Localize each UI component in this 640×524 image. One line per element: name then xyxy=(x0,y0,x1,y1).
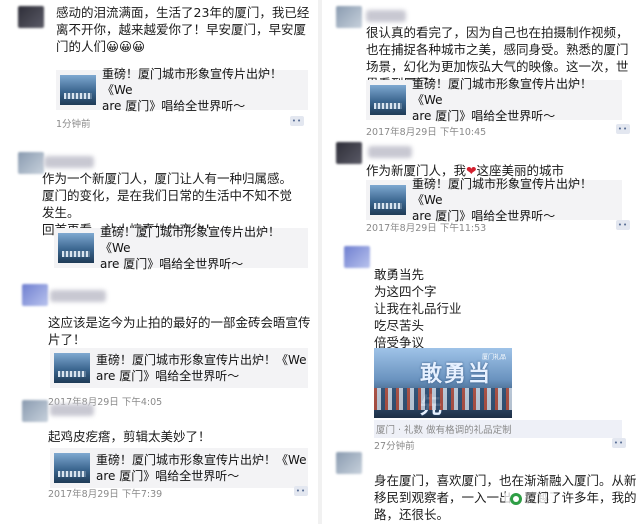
moment-post: 作为新厦门人，我❤这座美丽的城市 重磅！厦门城市形象宣传片出炉！《We are … xyxy=(322,138,640,238)
link-thumbnail xyxy=(54,453,90,483)
moment-post: 作为一个新厦门人，厦门让人有一种归属感。 厦门的变化，是在我们日常的生活中不知不… xyxy=(0,140,318,280)
user-name[interactable] xyxy=(50,290,106,302)
watermark-label: 厦门 xyxy=(525,491,550,505)
source-watermark: 厦门 xyxy=(504,488,556,507)
avatar[interactable] xyxy=(336,142,362,164)
avatar[interactable] xyxy=(18,152,44,174)
comment-more-button[interactable]: •• xyxy=(294,486,308,496)
link-title: 重磅！厦门城市形象宣传片出炉！《We are 厦门》唱给全世界听～ xyxy=(412,77,593,123)
right-column: 很认真的看完了，因为自己也在拍摄制作视频， 也在捕捉各种城市之美，感同身受。熟悉… xyxy=(322,0,640,524)
link-thumbnail xyxy=(58,233,94,263)
avatar[interactable] xyxy=(336,452,362,474)
link-caption: 厦门 · 礼数 做有格调的礼品定制 xyxy=(376,425,512,436)
comment-more-button[interactable]: •• xyxy=(612,438,626,448)
link-title: 重磅！厦门城市形象宣传片出炉！《We are 厦门》唱给全世界听～ xyxy=(412,177,593,223)
user-name[interactable] xyxy=(368,146,412,158)
link-thumbnail xyxy=(60,75,96,105)
link-title: 重磅！厦门城市形象宣传片出炉！《We are 厦门》唱给全世界听～ xyxy=(102,67,283,113)
avatar[interactable] xyxy=(22,400,48,422)
post-time: 2017年8月29日 下午10:45 xyxy=(366,127,487,138)
link-title: 重磅！厦门城市形象宣传片出炉！《We are 厦门》唱给全世界听～ xyxy=(96,453,307,483)
post-time: 2017年8月29日 下午11:53 xyxy=(366,223,487,234)
port-cranes xyxy=(374,388,512,410)
moment-post: 身在厦门，喜欢厦门，也在渐渐融入厦门。从新 移民到观察者，一入一出，跨越了许多年… xyxy=(322,450,640,524)
post-time: 2017年8月29日 下午7:39 xyxy=(48,489,163,500)
comment-more-button[interactable]: •• xyxy=(290,116,304,126)
link-thumbnail xyxy=(370,85,406,115)
moment-post: 起鸡皮疙瘩，剪辑太美妙了！ 重磅！厦门城市形象宣传片出炉！《We are 厦门》… xyxy=(0,392,318,524)
shared-link-card[interactable]: 重磅！厦门城市形象宣传片出炉！《We are 厦门》唱给全世界听～ xyxy=(54,225,308,271)
avatar[interactable] xyxy=(336,6,362,28)
shared-link-card[interactable]: 重磅！厦门城市形象宣传片出炉！《We are 厦门》唱给全世界听～ xyxy=(366,77,622,123)
avatar[interactable] xyxy=(22,284,48,306)
post-text: 敢勇当先 为这四个字 让我在礼品行业 吃尽苦头 倍受争议 xyxy=(374,267,462,350)
avatar[interactable] xyxy=(18,6,44,28)
shared-link-card[interactable]: 重磅！厦门城市形象宣传片出炉！《We are 厦门》唱给全世界听～ xyxy=(56,67,308,113)
left-column: 感动的泪流满面，生活了23年的厦门，我已经 离不开你，越来越爱你了！早安厦门，早… xyxy=(0,0,318,524)
moment-post: 感动的泪流满面，生活了23年的厦门，我已经 离不开你，越来越爱你了！早安厦门，早… xyxy=(0,0,318,132)
post-text: 起鸡皮疙瘩，剪辑太美妙了！ xyxy=(48,429,211,444)
shared-link-card[interactable]: 厦门 · 礼数 做有格调的礼品定制 xyxy=(374,420,622,438)
link-title: 重磅！厦门城市形象宣传片出炉！《We are 厦门》唱给全世界听～ xyxy=(100,225,281,271)
link-title: 重磅！厦门城市形象宣传片出炉！《We are 厦门》唱给全世界听～ xyxy=(96,353,307,383)
shared-link-card[interactable]: 重磅！厦门城市形象宣传片出炉！《We are 厦门》唱给全世界听～ xyxy=(50,348,308,388)
user-name[interactable] xyxy=(50,404,94,416)
shared-link-card[interactable]: 重磅！厦门城市形象宣传片出炉！《We are 厦门》唱给全世界听～ xyxy=(50,448,308,488)
user-name[interactable] xyxy=(44,156,94,168)
post-time: 1分钟前 xyxy=(56,119,91,130)
user-name[interactable] xyxy=(366,10,406,22)
avatar[interactable] xyxy=(344,246,370,268)
comment-more-button[interactable]: •• xyxy=(616,124,630,134)
post-image[interactable]: 敢勇当先 厦门礼品 xyxy=(374,348,512,418)
wechat-official-icon xyxy=(510,492,522,505)
shared-link-card[interactable]: 重磅！厦门城市形象宣传片出炉！《We are 厦门》唱给全世界听～ xyxy=(366,177,622,223)
link-thumbnail xyxy=(370,185,406,215)
moment-post: 这应该是迄今为止拍的最好的一部金砖会晤宣传 片了！ 重磅！厦门城市形象宣传片出炉… xyxy=(0,282,318,408)
post-text: 这应该是迄今为止拍的最好的一部金砖会晤宣传 片了！ xyxy=(48,315,311,347)
link-thumbnail xyxy=(54,353,90,383)
moment-post: 敢勇当先 为这四个字 让我在礼品行业 吃尽苦头 倍受争议 敢勇当先 厦门礼品 厦… xyxy=(322,244,640,452)
comment-more-button[interactable]: •• xyxy=(616,220,630,230)
image-tag: 厦门礼品 xyxy=(481,354,506,361)
moment-post: 很认真的看完了，因为自己也在拍摄制作视频， 也在捕捉各种城市之美，感同身受。熟悉… xyxy=(322,0,640,138)
post-text: 感动的泪流满面，生活了23年的厦门，我已经 离不开你，越来越爱你了！早安厦门，早… xyxy=(56,5,310,54)
